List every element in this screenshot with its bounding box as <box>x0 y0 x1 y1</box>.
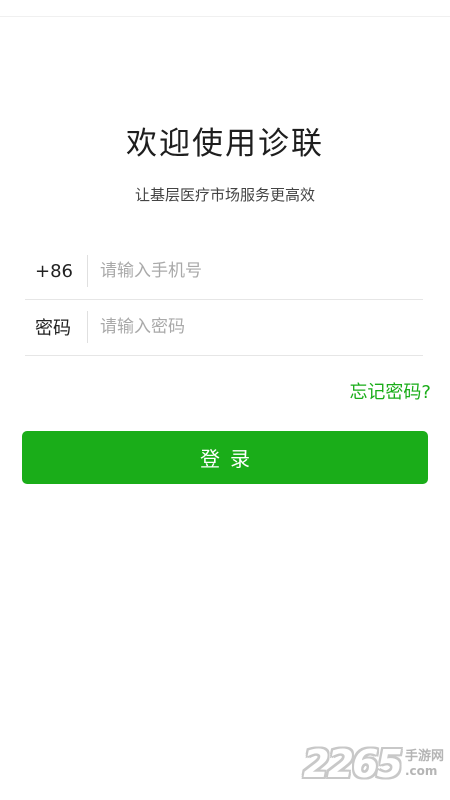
password-input[interactable] <box>100 317 423 337</box>
top-divider <box>0 16 450 17</box>
watermark-sub: 手游网 .com <box>404 749 444 778</box>
page-title: 欢迎使用诊联 <box>126 126 324 162</box>
login-button[interactable]: 登录 <box>22 431 428 484</box>
forgot-password-link[interactable]: 忘记密码? <box>349 378 431 404</box>
watermark-domain: .com <box>404 763 438 778</box>
field-separator <box>87 311 88 343</box>
field-separator <box>87 255 88 287</box>
phone-field-row: +86 <box>25 243 423 300</box>
watermark-text: 手游网 <box>404 749 444 765</box>
watermark-number: 2265 <box>303 742 403 786</box>
country-code-label[interactable]: +86 <box>25 261 87 282</box>
watermark-logo: 2265 手游网 .com <box>303 742 444 786</box>
phone-input[interactable] <box>100 261 423 281</box>
page-subtitle: 让基层医疗市场服务更高效 <box>134 186 315 204</box>
password-field-row: 密码 <box>25 299 423 356</box>
password-label: 密码 <box>35 318 71 339</box>
